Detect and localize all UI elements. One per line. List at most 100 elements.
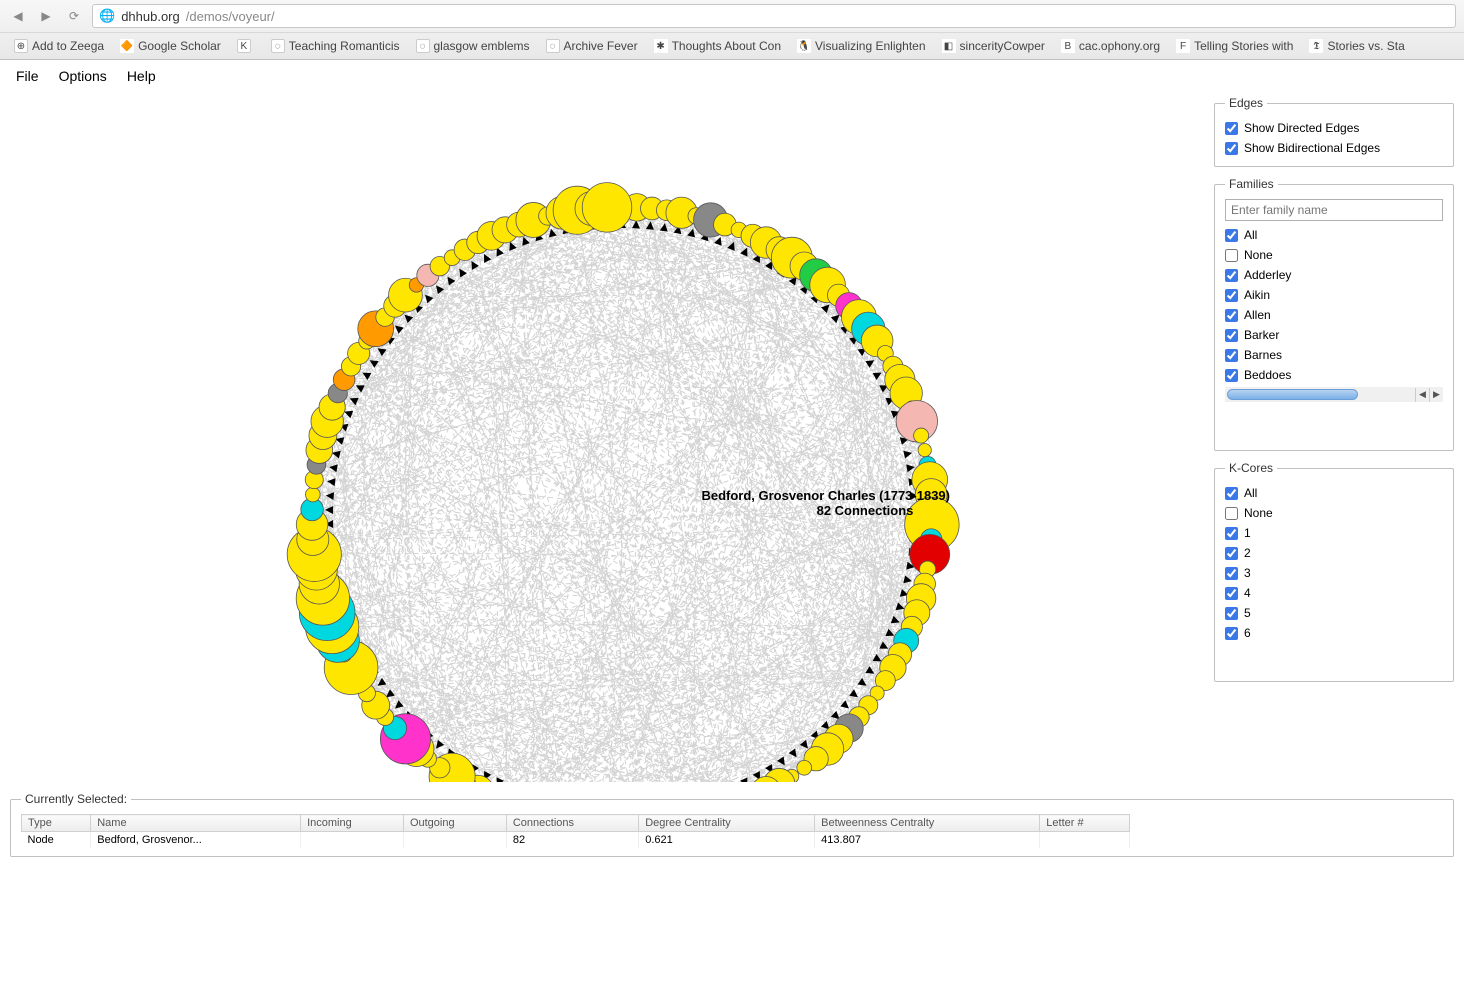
list-checkbox[interactable] — [1225, 269, 1238, 282]
bookmark-label: Google Scholar — [138, 39, 221, 53]
list-item[interactable]: 2 — [1225, 543, 1443, 563]
list-checkbox[interactable] — [1225, 567, 1238, 580]
favicon-icon: K — [237, 39, 251, 53]
table-cell: Bedford, Grosvenor... — [91, 832, 301, 849]
table-header[interactable]: Type — [22, 815, 91, 832]
family-name-input[interactable] — [1225, 199, 1443, 221]
bookmark-label: Visualizing Enlighten — [815, 39, 926, 53]
list-item[interactable]: Allen — [1225, 305, 1443, 325]
list-checkbox[interactable] — [1225, 309, 1238, 322]
bookmark-item[interactable]: 𝕿Stories vs. Sta — [1303, 37, 1410, 55]
main-area: Bedford, Grosvenor Charles (1773-1839) 8… — [0, 92, 1464, 782]
list-checkbox[interactable] — [1225, 289, 1238, 302]
show-directed-label: Show Directed Edges — [1244, 121, 1359, 135]
network-viz[interactable]: Bedford, Grosvenor Charles (1773-1839) 8… — [10, 92, 1214, 782]
list-item[interactable]: None — [1225, 245, 1443, 265]
list-checkbox[interactable] — [1225, 369, 1238, 382]
families-hscroll[interactable]: ◀ ▶ — [1225, 387, 1443, 402]
bookmark-item[interactable]: ◌ Archive Fever — [540, 37, 644, 55]
show-directed-checkbox[interactable] — [1225, 122, 1238, 135]
favicon-icon: ◌ — [416, 39, 430, 53]
menu-help[interactable]: Help — [127, 68, 156, 84]
node-tooltip: Bedford, Grosvenor Charles (1773-1839) 8… — [700, 489, 950, 519]
table-header[interactable]: Name — [91, 815, 301, 832]
bookmark-item[interactable]: ◌Teaching Romanticis — [265, 37, 406, 55]
table-header[interactable]: Betweenness Centralty — [815, 815, 1040, 832]
table-header[interactable]: Degree Centrality — [639, 815, 815, 832]
list-item[interactable]: All — [1225, 483, 1443, 503]
reload-button[interactable]: ⟳ — [64, 6, 84, 26]
tooltip-name: Bedford, Grosvenor Charles (1773-1839) — [700, 489, 950, 504]
list-item[interactable]: Barnes — [1225, 345, 1443, 365]
list-item[interactable]: 1 — [1225, 523, 1443, 543]
list-item[interactable]: 6 — [1225, 623, 1443, 643]
list-item[interactable]: 4 — [1225, 583, 1443, 603]
menu-options[interactable]: Options — [59, 68, 107, 84]
bookmark-item[interactable]: ◧sincerityCowper — [936, 37, 1051, 55]
bookmark-item[interactable]: FTelling Stories with — [1170, 37, 1299, 55]
currently-selected-legend: Currently Selected: — [21, 792, 131, 806]
forward-button[interactable]: ▶ — [36, 6, 56, 26]
families-list[interactable]: AllNone Adderley AikinAllen Barker Barnes Bed… — [1225, 225, 1443, 385]
list-checkbox[interactable] — [1225, 607, 1238, 620]
list-checkbox[interactable] — [1225, 329, 1238, 342]
bookmark-label: Archive Fever — [564, 39, 638, 53]
list-item-label: 2 — [1244, 546, 1251, 560]
hscroll-right-icon[interactable]: ▶ — [1429, 388, 1443, 402]
list-checkbox[interactable] — [1225, 587, 1238, 600]
table-cell: 0.621 — [639, 832, 815, 849]
list-item[interactable]: None — [1225, 503, 1443, 523]
favicon-icon: B — [1061, 39, 1075, 53]
list-checkbox[interactable] — [1225, 249, 1238, 262]
list-item[interactable]: 5 — [1225, 603, 1443, 623]
list-item-label: Adderley — [1244, 268, 1291, 282]
network-svg[interactable] — [10, 92, 1214, 782]
hscroll-left-icon[interactable]: ◀ — [1415, 388, 1429, 402]
kcores-list[interactable]: AllNone1234567 — [1225, 483, 1443, 643]
url-bar[interactable]: 🌐 dhhub.org/demos/voyeur/ — [92, 4, 1456, 28]
list-item[interactable]: Adderley — [1225, 265, 1443, 285]
table-cell — [403, 832, 506, 849]
table-row[interactable]: NodeBedford, Grosvenor...820.621413.807 — [22, 832, 1130, 849]
list-item[interactable]: All — [1225, 225, 1443, 245]
list-checkbox[interactable] — [1225, 349, 1238, 362]
list-item-label: Barnes — [1244, 348, 1282, 362]
list-item[interactable]: Barker — [1225, 325, 1443, 345]
bookmark-item[interactable]: ⊕Add to Zeega — [8, 37, 110, 55]
bookmark-item[interactable]: ◌ glasgow emblems — [410, 37, 536, 55]
bookmark-label: glasgow emblems — [434, 39, 530, 53]
favicon-icon: 🐧 — [797, 39, 811, 53]
bookmark-label: sincerityCowper — [960, 39, 1045, 53]
list-checkbox[interactable] — [1225, 627, 1238, 640]
list-checkbox[interactable] — [1225, 507, 1238, 520]
list-item-label: Barker — [1244, 328, 1279, 342]
list-checkbox[interactable] — [1225, 547, 1238, 560]
edges-panel: Edges Show Directed Edges Show Bidirecti… — [1214, 96, 1454, 167]
kcores-legend: K-Cores — [1225, 461, 1277, 475]
favicon-icon: ◌ — [546, 39, 560, 53]
table-cell: Node — [22, 832, 91, 849]
favicon-icon: ✱ — [654, 39, 668, 53]
table-header[interactable]: Letter # — [1040, 815, 1130, 832]
list-item[interactable]: Aikin — [1225, 285, 1443, 305]
list-item[interactable]: Beddoes — [1225, 365, 1443, 385]
bookmark-item[interactable]: ✱Thoughts About Con — [648, 37, 787, 55]
bookmark-label: Teaching Romanticis — [289, 39, 400, 53]
table-header[interactable]: Outgoing — [403, 815, 506, 832]
bookmark-item[interactable]: 🐧 Visualizing Enlighten — [791, 37, 932, 55]
bookmark-item[interactable]: K — [231, 37, 261, 55]
nav-toolbar: ◀ ▶ ⟳ 🌐 dhhub.org/demos/voyeur/ — [0, 0, 1464, 32]
bookmark-item[interactable]: 🔶Google Scholar — [114, 37, 227, 55]
bookmark-item[interactable]: Bcac.ophony.org — [1055, 37, 1166, 55]
hscroll-thumb[interactable] — [1227, 389, 1358, 400]
table-header[interactable]: Incoming — [301, 815, 404, 832]
list-item[interactable]: 3 — [1225, 563, 1443, 583]
list-checkbox[interactable] — [1225, 229, 1238, 242]
table-header[interactable]: Connections — [506, 815, 638, 832]
show-bidirectional-checkbox[interactable] — [1225, 142, 1238, 155]
back-button[interactable]: ◀ — [8, 6, 28, 26]
menu-file[interactable]: File — [16, 68, 39, 84]
list-checkbox[interactable] — [1225, 527, 1238, 540]
list-item-label: 5 — [1244, 606, 1251, 620]
list-checkbox[interactable] — [1225, 487, 1238, 500]
